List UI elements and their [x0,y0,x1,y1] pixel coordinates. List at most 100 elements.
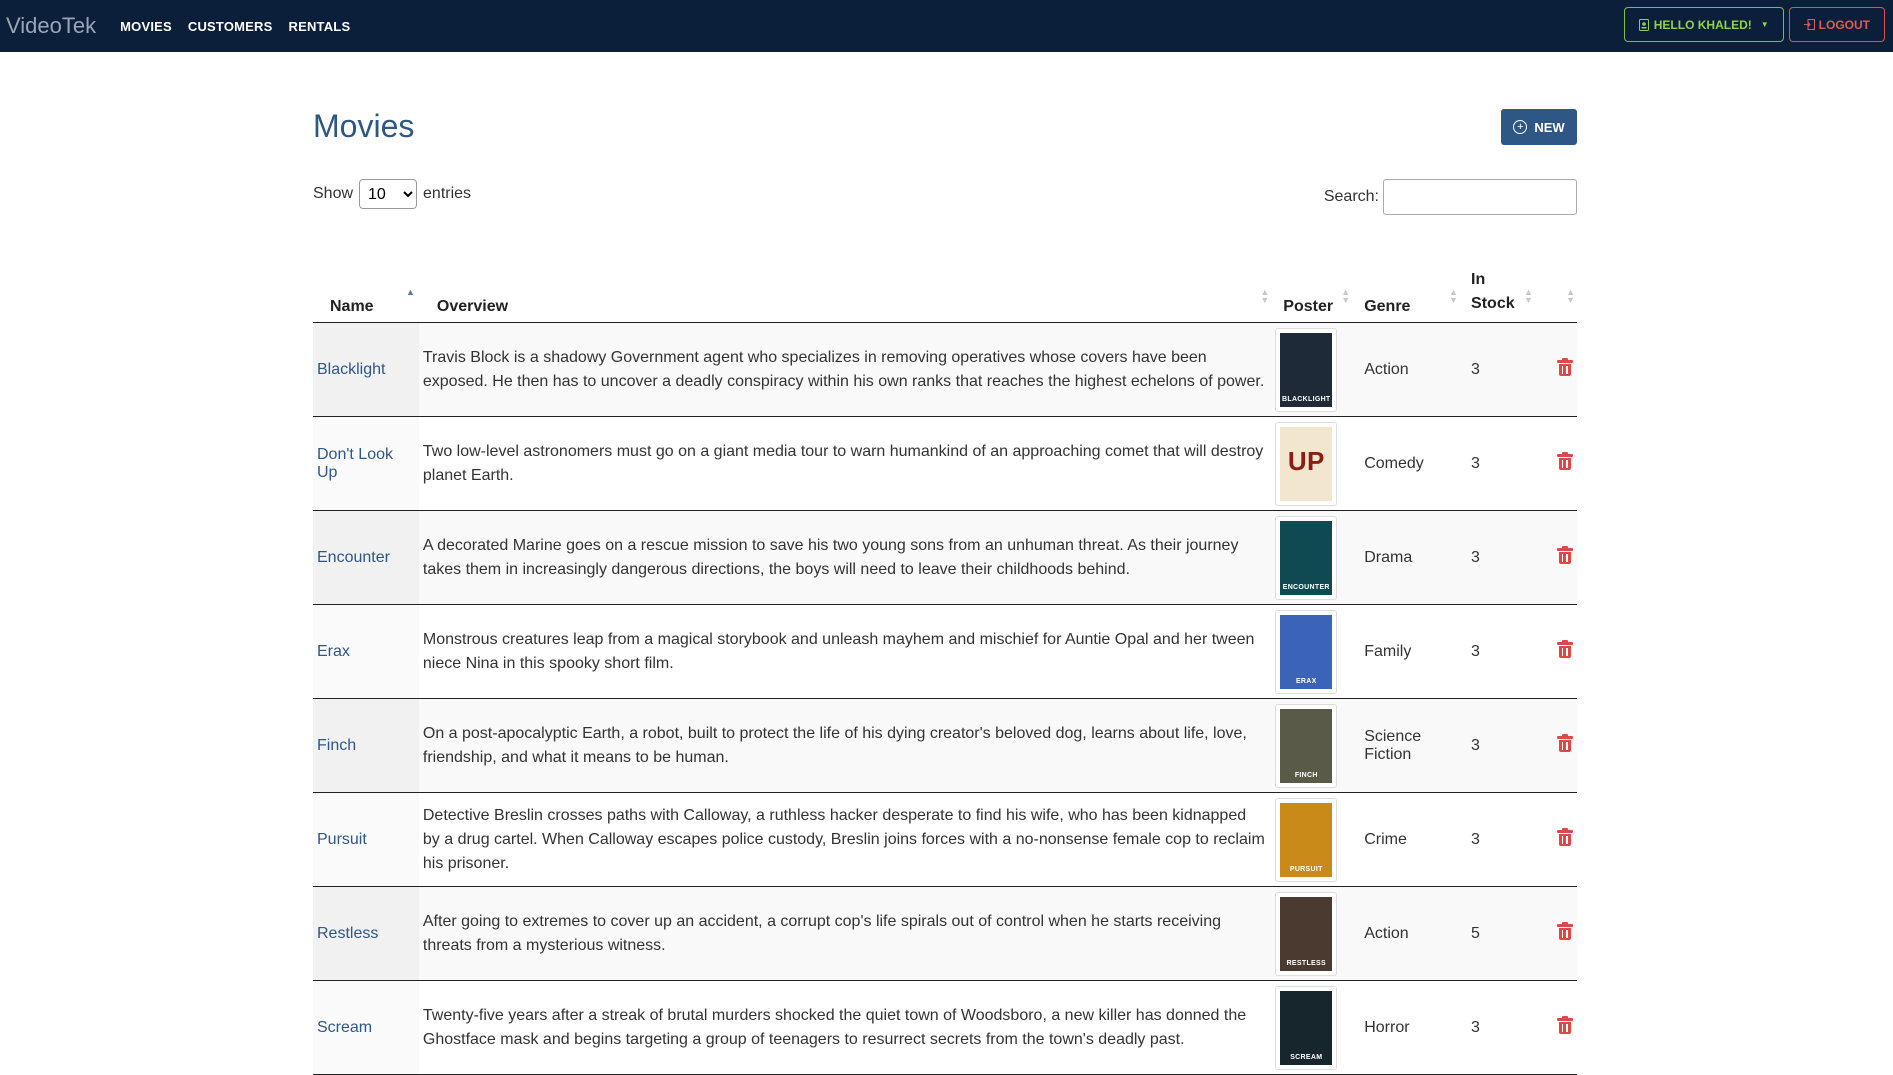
top-navbar: VideoTek MOVIES CUSTOMERS RENTALS HELLO … [0,0,1893,52]
column-header-poster[interactable]: Poster ▲ ▼ [1271,268,1353,323]
sort-icon: ▲ ▼ [1341,287,1351,305]
genre-cell: Action [1352,886,1461,981]
poster-thumbnail[interactable]: UP [1275,421,1338,506]
page-title: Movies [313,108,415,144]
table-row: Restless After going to extremes to cove… [313,886,1577,981]
show-entries-control: Show 10 entries [313,179,471,209]
name-cell: Pursuit [313,792,419,887]
poster-image: RESTLESS [1280,896,1333,971]
entries-label: entries [423,185,472,202]
nav-customers[interactable]: CUSTOMERS [188,19,273,34]
poster-thumbnail[interactable]: ENCOUNTER [1275,515,1338,600]
column-header-actions[interactable]: ▲ ▼ [1534,268,1577,323]
column-header-name[interactable]: Name ▲ [313,268,419,323]
stock-cell: 3 [1460,980,1535,1075]
movie-title-link[interactable]: Pursuit [317,831,367,848]
delete-trash-icon[interactable] [1556,734,1573,752]
poster-thumbnail[interactable]: RESTLESS [1275,891,1338,976]
table-row: Pursuit Detective Breslin crosses paths … [313,792,1577,887]
poster-cell: PURSUIT [1271,792,1353,887]
actions-cell [1534,980,1577,1075]
poster-cell: RESTLESS [1271,886,1353,981]
logout-button[interactable]: LOGOUT [1788,7,1885,42]
genre-cell: Horror [1352,980,1461,1075]
delete-trash-icon[interactable] [1556,1016,1573,1034]
poster-cell: SCREAM [1271,980,1353,1075]
user-menu-label: HELLO KHALED! [1653,17,1752,32]
overview-cell: Monstrous creatures leap from a magical … [418,604,1272,699]
movie-title-link[interactable]: Finch [317,737,356,754]
overview-cell: A decorated Marine goes on a rescue miss… [418,510,1272,605]
poster-cell: BLACKLIGHT [1271,322,1353,417]
delete-trash-icon[interactable] [1556,546,1573,564]
nav-rentals[interactable]: RENTALS [289,19,351,34]
table-row: Encounter A decorated Marine goes on a r… [313,510,1577,605]
actions-cell [1534,322,1577,417]
genre-cell: Comedy [1352,416,1461,511]
genre-cell: Crime [1352,792,1461,887]
poster-thumbnail[interactable]: PURSUIT [1275,797,1338,882]
table-row: Finch On a post-apocalyptic Earth, a rob… [313,698,1577,793]
overview-cell: Two low-level astronomers must go on a g… [418,416,1272,511]
name-cell: Don't Look Up [313,416,419,511]
name-cell: Encounter [313,510,419,605]
movie-title-link[interactable]: Restless [317,925,378,942]
header-poster-label: Poster [1283,298,1334,315]
logout-icon [1803,19,1815,30]
movie-title-link[interactable]: Scream [317,1019,372,1036]
poster-thumbnail[interactable]: BLACKLIGHT [1275,327,1338,412]
show-label: Show [313,185,354,202]
delete-trash-icon[interactable] [1556,922,1573,940]
poster-image: BLACKLIGHT [1280,332,1333,407]
movie-title-link[interactable]: Erax [317,643,350,660]
sort-asc-icon: ▲ [405,287,415,297]
column-header-genre[interactable]: Genre ▲ ▼ [1352,268,1461,323]
poster-image: SCREAM [1280,990,1333,1065]
table-row: Blacklight Travis Block is a shadowy Gov… [313,322,1577,417]
new-button-label: NEW [1534,119,1565,135]
brand-logo[interactable]: VideoTek [6,13,96,39]
sort-icon: ▲ ▼ [1449,287,1459,305]
entries-select[interactable]: 10 [359,179,418,209]
actions-cell [1534,792,1577,887]
nav-movies[interactable]: MOVIES [120,19,172,34]
nav-right-group: HELLO KHALED! ▼ LOGOUT [1623,7,1885,42]
header-name-label: Name [330,298,374,315]
stock-cell: 3 [1460,604,1535,699]
search-input[interactable] [1383,179,1577,215]
table-header-row: Name ▲ Overview ▲ ▼ Poster ▲ ▼ Genre ▲ ▼ In [313,268,1577,323]
user-menu-button[interactable]: HELLO KHALED! ▼ [1623,7,1784,42]
overview-cell: Twenty-five years after a streak of brut… [418,980,1272,1075]
delete-trash-icon[interactable] [1556,640,1573,658]
delete-trash-icon[interactable] [1556,828,1573,846]
poster-thumbnail[interactable]: ERAX [1275,609,1338,694]
new-movie-button[interactable]: + NEW [1501,109,1577,145]
stock-cell: 5 [1460,886,1535,981]
poster-cell: ERAX [1271,604,1353,699]
genre-cell: Action [1352,322,1461,417]
poster-image: FINCH [1280,708,1333,783]
sort-icon: ▲ ▼ [1566,287,1575,305]
column-header-in-stock[interactable]: In Stock ▲ ▼ [1460,268,1535,323]
movie-title-link[interactable]: Encounter [317,549,390,566]
search-control: Search: [1324,179,1577,215]
overview-cell: After going to extremes to cover up an a… [418,886,1272,981]
poster-thumbnail[interactable]: SCREAM [1275,985,1338,1070]
delete-trash-icon[interactable] [1556,452,1573,470]
search-label: Search: [1323,188,1379,205]
sort-icon: ▲ ▼ [1524,287,1533,305]
stock-cell: 3 [1460,322,1535,417]
stock-cell: 3 [1460,698,1535,793]
movies-table: Name ▲ Overview ▲ ▼ Poster ▲ ▼ Genre ▲ ▼ In [313,268,1577,1075]
sort-icon: ▲ ▼ [1260,287,1270,305]
column-header-overview[interactable]: Overview ▲ ▼ [418,268,1272,323]
movie-title-link[interactable]: Blacklight [317,361,385,378]
poster-image: ENCOUNTER [1280,520,1333,595]
poster-thumbnail[interactable]: FINCH [1275,703,1338,788]
movie-title-link[interactable]: Don't Look Up [317,446,393,481]
delete-trash-icon[interactable] [1556,358,1573,376]
poster-cell: ENCOUNTER [1271,510,1353,605]
genre-cell: Family [1352,604,1461,699]
table-row: Scream Twenty-five years after a streak … [313,980,1577,1075]
actions-cell [1534,510,1577,605]
